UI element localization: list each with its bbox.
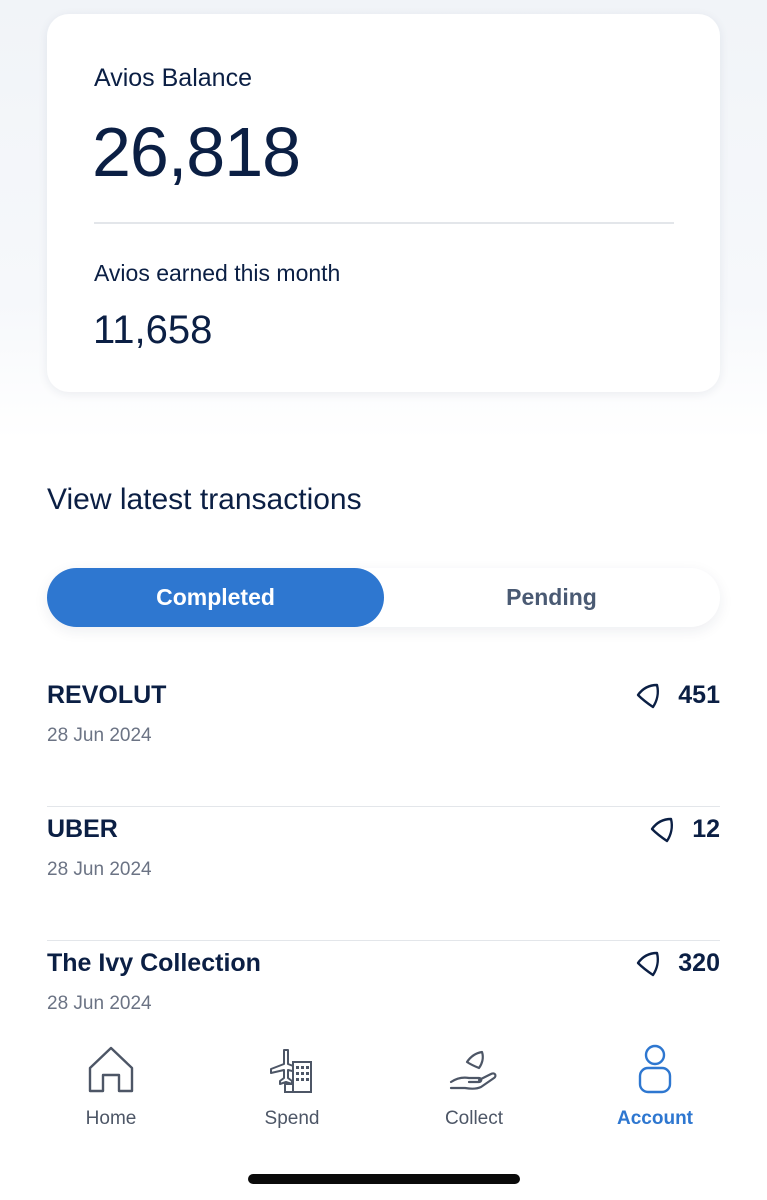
- person-icon: [638, 1044, 672, 1094]
- transaction-merchant: REVOLUT: [47, 681, 167, 709]
- transactions-section-title: View latest transactions: [47, 483, 362, 516]
- nav-item-home[interactable]: Home: [20, 1042, 202, 1130]
- nav-label-account: Account: [617, 1108, 693, 1129]
- avios-balance-card: Avios Balance 26,818 Avios earned this m…: [47, 14, 720, 392]
- transaction-avios-value: 451: [678, 681, 720, 709]
- transaction-row[interactable]: UBER 28 Jun 2024 12: [47, 807, 720, 941]
- transaction-amount: 451: [634, 681, 720, 710]
- balance-value: 26,818: [92, 113, 301, 191]
- nav-item-account[interactable]: Account: [564, 1042, 746, 1130]
- avios-icon: [650, 817, 674, 842]
- transaction-merchant: The Ivy Collection: [47, 949, 261, 977]
- home-indicator[interactable]: [248, 1174, 520, 1184]
- balance-label: Avios Balance: [94, 64, 252, 92]
- nav-label-spend: Spend: [264, 1108, 320, 1129]
- transaction-date: 28 Jun 2024: [47, 993, 152, 1014]
- tab-completed[interactable]: Completed: [47, 568, 384, 627]
- plane-building-icon: [270, 1049, 312, 1093]
- transactions-status-toggle: Completed Pending: [47, 568, 720, 627]
- transaction-merchant: UBER: [47, 815, 118, 843]
- home-icon: [88, 1046, 134, 1093]
- avios-icon: [637, 951, 660, 976]
- earned-this-month-value: 11,658: [93, 308, 213, 352]
- nav-item-spend[interactable]: Spend: [201, 1042, 383, 1130]
- card-divider: [94, 222, 674, 224]
- transaction-amount: 12: [648, 815, 720, 844]
- transaction-amount: 320: [634, 949, 720, 978]
- transaction-date: 28 Jun 2024: [47, 859, 152, 880]
- nav-item-collect[interactable]: Collect: [383, 1042, 565, 1130]
- nav-label-home: Home: [85, 1108, 137, 1129]
- tab-pending[interactable]: Pending: [383, 568, 720, 627]
- transaction-avios-value: 320: [678, 949, 720, 977]
- avios-icon: [637, 683, 660, 708]
- transaction-avios-value: 12: [692, 815, 720, 843]
- hand-avios-icon: [449, 1050, 497, 1090]
- earned-this-month-label: Avios earned this month: [94, 260, 341, 286]
- transaction-row[interactable]: REVOLUT 28 Jun 2024 451: [47, 673, 720, 807]
- transaction-date: 28 Jun 2024: [47, 725, 152, 746]
- nav-label-collect: Collect: [444, 1108, 504, 1129]
